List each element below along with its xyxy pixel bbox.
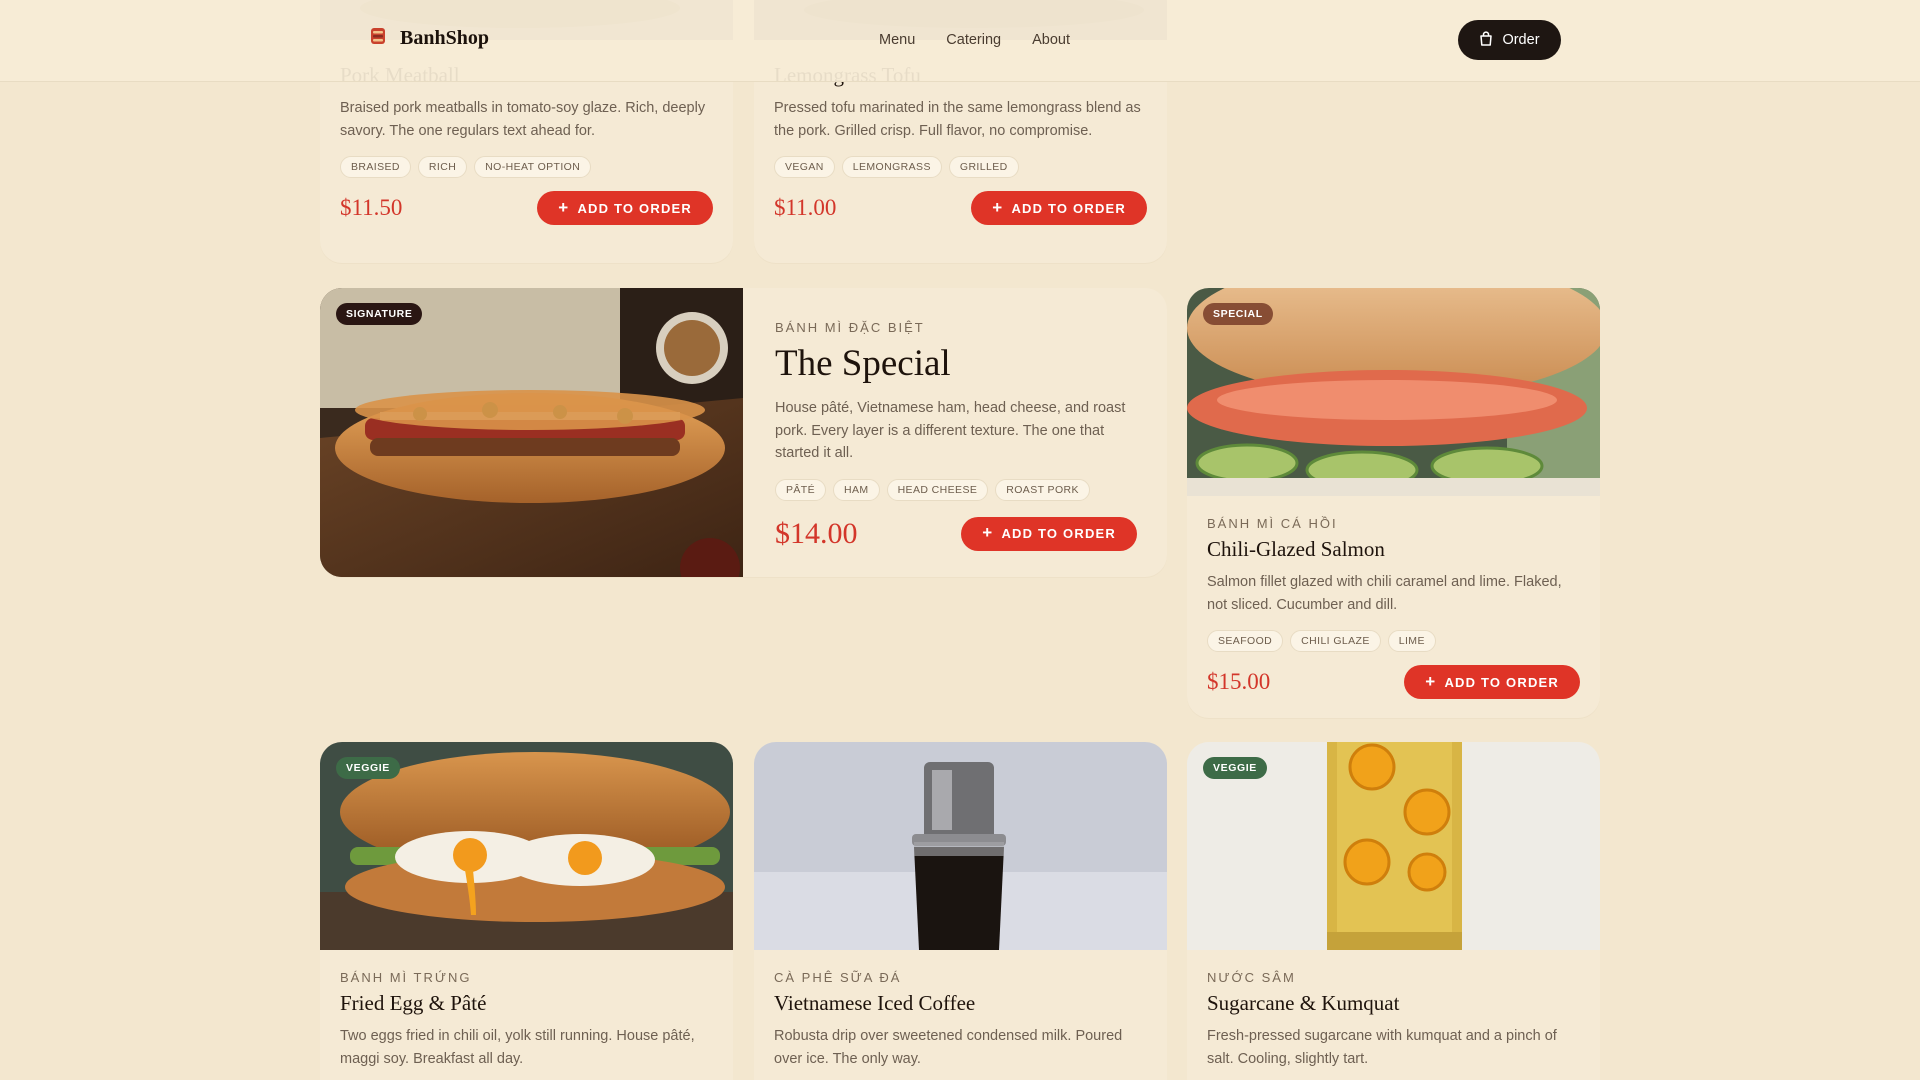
- tag: HEAD CHEESE: [886, 478, 989, 501]
- tag-list: SEAFOOD CHILI GLAZE LIME: [1207, 630, 1580, 652]
- banh-mi-logo-icon: [370, 27, 386, 50]
- add-to-order-label: ADD TO ORDER: [1001, 526, 1116, 541]
- tag: ROAST PORK: [995, 478, 1090, 501]
- item-price: $15.00: [1207, 669, 1271, 694]
- tag: LIME: [1387, 630, 1436, 652]
- chili-glazed-salmon-photo: SPECIAL: [1187, 288, 1600, 496]
- item-eyebrow: BÁNH MÌ TRỨNG: [340, 970, 472, 985]
- item-title: Sugarcane & Kumquat: [1207, 991, 1400, 1015]
- tag: GRILLED: [948, 156, 1019, 178]
- card-footer: $15.00 + ADD TO ORDER: [1207, 665, 1580, 699]
- menu-card-fried-egg-pate: VEGGIE BÁNH MÌ TRỨNG Fried Egg & Pâté Tw…: [320, 742, 733, 1080]
- add-to-order-button[interactable]: + ADD TO ORDER: [1404, 665, 1580, 699]
- fried-egg-pate-photo: VEGGIE: [320, 742, 733, 950]
- card-footer: $11.00 + ADD TO ORDER: [774, 191, 1147, 225]
- shopping-bag-icon: [1479, 30, 1493, 50]
- add-to-order-label: ADD TO ORDER: [1011, 200, 1126, 216]
- tag: PÂTÉ: [775, 478, 827, 501]
- tag-list: PÂTÉ HAM HEAD CHEESE ROAST PORK: [775, 478, 1137, 501]
- nav-menu[interactable]: Menu: [879, 32, 915, 48]
- tag-list: BRAISED RICH NO-HEAT OPTION: [340, 156, 713, 178]
- tag: NO-HEAT OPTION: [474, 156, 592, 178]
- item-title: Chili-Glazed Salmon: [1207, 537, 1385, 561]
- tag: SEAFOOD: [1207, 630, 1284, 652]
- add-to-order-button[interactable]: + ADD TO ORDER: [971, 191, 1147, 225]
- item-price: $11.50: [340, 195, 403, 220]
- item-title: Fried Egg & Pâté: [340, 991, 487, 1015]
- tag: BRAISED: [340, 156, 411, 178]
- brand-name: BanhShop: [400, 27, 489, 49]
- veggie-badge: VEGGIE: [336, 757, 400, 779]
- item-title: Vietnamese Iced Coffee: [774, 991, 976, 1015]
- add-to-order-button[interactable]: + ADD TO ORDER: [537, 191, 713, 225]
- plus-icon: +: [558, 197, 570, 217]
- item-eyebrow: BÁNH MÌ ĐẶC BIỆT: [775, 320, 925, 335]
- item-price: $14.00: [775, 516, 858, 550]
- item-description: Pressed tofu marinated in the same lemon…: [774, 100, 1141, 139]
- tag: RICH: [417, 156, 468, 178]
- main-nav: Menu Catering About: [879, 32, 1070, 48]
- item-description: Two eggs fried in chili oil, yolk still …: [340, 1028, 695, 1067]
- tag: CHILI GLAZE: [1290, 630, 1381, 652]
- plus-icon: +: [1425, 671, 1437, 691]
- tag: LEMONGRASS: [841, 156, 942, 178]
- nav-catering[interactable]: Catering: [946, 32, 1001, 48]
- tag-list: VEGAN LEMONGRASS GRILLED: [774, 156, 1147, 178]
- item-description: Salmon fillet glazed with chili caramel …: [1207, 574, 1562, 613]
- plus-icon: +: [992, 197, 1004, 217]
- item-eyebrow: CÀ PHÊ SỮA ĐÁ: [774, 970, 902, 985]
- nav-about[interactable]: About: [1032, 32, 1070, 48]
- card-footer: $14.00 + ADD TO ORDER: [775, 516, 1137, 551]
- add-to-order-button[interactable]: + ADD TO ORDER: [961, 516, 1137, 551]
- sugarcane-kumquat-photo: VEGGIE: [1187, 742, 1600, 950]
- brand[interactable]: BanhShop: [370, 27, 489, 50]
- order-button[interactable]: Order: [1458, 20, 1561, 60]
- signature-badge: SIGNATURE: [336, 303, 423, 325]
- item-title: The Special: [775, 343, 951, 384]
- menu-card-chili-glazed-salmon: SPECIAL BÁNH MÌ CÁ HỒI Chili-Glazed Salm…: [1187, 288, 1600, 718]
- item-description: House pâté, Vietnamese ham, head cheese,…: [775, 400, 1126, 461]
- veggie-badge: VEGGIE: [1203, 757, 1267, 779]
- menu-card-the-special: SIGNATURE BÁNH MÌ ĐẶC BIỆT The Special H…: [320, 288, 1167, 577]
- menu-card-vietnamese-iced-coffee: CÀ PHÊ SỮA ĐÁ Vietnamese Iced Coffee Rob…: [754, 742, 1167, 1080]
- card-footer: $11.50 + ADD TO ORDER: [340, 191, 713, 225]
- item-description: Braised pork meatballs in tomato-soy gla…: [340, 100, 706, 139]
- vietnamese-iced-coffee-photo: [754, 742, 1167, 950]
- item-price: $11.00: [774, 195, 837, 220]
- add-to-order-label: ADD TO ORDER: [577, 200, 692, 216]
- order-label: Order: [1502, 32, 1540, 48]
- special-badge: SPECIAL: [1203, 303, 1273, 325]
- tag: HAM: [833, 478, 880, 501]
- the-special-photo: SIGNATURE: [320, 288, 743, 577]
- item-eyebrow: NƯỚC SÂM: [1207, 970, 1296, 985]
- tag: VEGAN: [774, 156, 835, 178]
- menu-card-sugarcane-kumquat: VEGGIE NƯỚC SÂM Sugarcane & Kumquat Fres…: [1187, 742, 1600, 1080]
- site-header: BanhShop Menu Catering About Order: [0, 0, 1920, 82]
- item-description: Fresh-pressed sugarcane with kumquat and…: [1207, 1028, 1557, 1067]
- item-description: Robusta drip over sweetened condensed mi…: [774, 1028, 1123, 1067]
- plus-icon: +: [982, 523, 994, 542]
- add-to-order-label: ADD TO ORDER: [1444, 674, 1559, 690]
- item-eyebrow: BÁNH MÌ CÁ HỒI: [1207, 516, 1338, 531]
